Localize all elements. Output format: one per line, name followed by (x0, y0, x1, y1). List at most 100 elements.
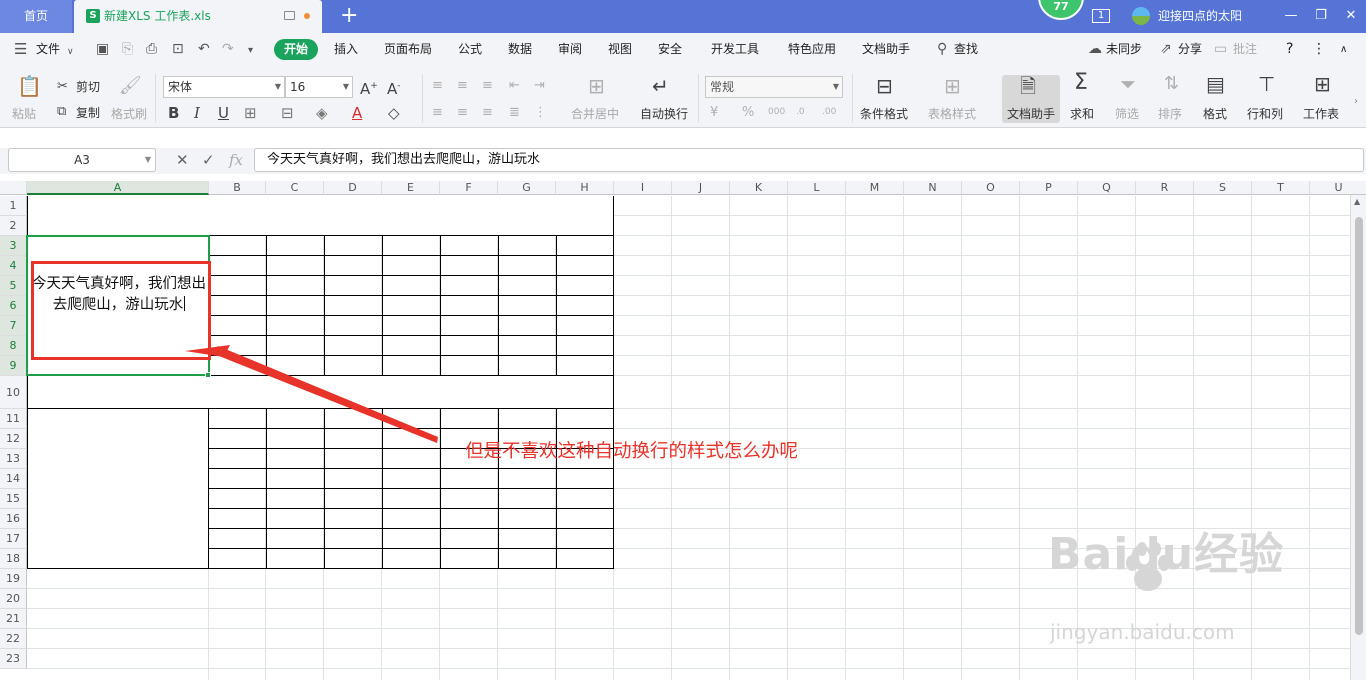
align-right-icon[interactable]: ≡ (482, 105, 493, 121)
cell-style-icon[interactable]: ⊟ (281, 105, 294, 121)
align-left-icon[interactable]: ≡ (432, 105, 443, 121)
vertical-scrollbar[interactable]: ▲ (1350, 195, 1366, 680)
sort-icon[interactable]: ⇅ (1164, 75, 1179, 93)
chevron-down-icon[interactable]: ∨ (67, 45, 74, 59)
minimize-button[interactable]: — (1278, 0, 1304, 33)
home-tab[interactable]: 首页 (0, 0, 72, 33)
conditional-format-icon[interactable]: ⊟ (876, 76, 893, 96)
indent-increase-icon[interactable]: ⇥ (534, 78, 545, 94)
font-color-icon[interactable]: A (352, 105, 362, 121)
save-icon[interactable]: ▣ (96, 42, 109, 56)
decrease-decimal-icon[interactable]: .00 (822, 104, 836, 120)
row-col-icon[interactable]: ⊤ (1258, 74, 1275, 94)
scroll-up-icon[interactable]: ▲ (1354, 197, 1360, 206)
preview-icon[interactable]: ⊡ (172, 42, 184, 56)
thousands-icon[interactable]: 000 (768, 104, 785, 120)
document-tab[interactable]: S 新建XLS 工作表.xls (74, 0, 322, 33)
align-center-icon[interactable]: ≡ (457, 105, 468, 121)
tab-start[interactable]: 开始 (274, 39, 318, 60)
bold-button[interactable]: B (168, 105, 179, 121)
avatar[interactable] (1132, 7, 1150, 25)
help-button[interactable]: ? (1286, 33, 1293, 66)
indent-decrease-icon[interactable]: ⇤ (509, 78, 520, 94)
copy-button[interactable]: 复制 (76, 106, 100, 120)
currency-icon[interactable]: ¥ (710, 105, 718, 121)
undo-icon[interactable]: ↶ (198, 42, 210, 56)
comment-icon[interactable]: ▭ (1214, 42, 1227, 56)
table-style-button[interactable]: 表格样式 (928, 107, 976, 121)
percent-icon[interactable]: % (742, 105, 754, 121)
sort-button[interactable]: 排序 (1158, 107, 1182, 121)
font-name-select[interactable]: 宋体 ▼ (163, 76, 285, 98)
cloud-sync-icon[interactable]: ☁ (1088, 42, 1102, 56)
border-icon[interactable]: ⊞ (244, 105, 257, 121)
font-size-select[interactable]: 16 ▼ (285, 76, 353, 98)
fx-icon[interactable]: fx (229, 148, 243, 172)
decrease-font-icon[interactable]: A- (387, 78, 401, 97)
tab-featured[interactable]: 特色应用 (788, 33, 836, 66)
tab-view[interactable]: 视图 (608, 33, 632, 66)
name-box[interactable]: A3 ▼ (8, 148, 156, 172)
hamburger-icon[interactable]: ☰ (14, 42, 27, 57)
sync-status[interactable]: 未同步 (1106, 33, 1142, 66)
tab-page-layout[interactable]: 页面布局 (384, 33, 432, 66)
window-count-icon[interactable]: 1 (1092, 9, 1110, 23)
align-top-icon[interactable]: ≡ (432, 78, 443, 94)
increase-decimal-icon[interactable]: .0 (796, 104, 805, 120)
new-tab-button[interactable]: + (340, 3, 358, 29)
align-middle-icon[interactable]: ≡ (457, 78, 468, 94)
share-icon[interactable]: ⇗ (1160, 42, 1172, 56)
cancel-icon[interactable]: ✕ (176, 148, 189, 172)
format-painter-icon[interactable]: 🖌 (119, 77, 142, 95)
close-button[interactable]: ✕ (1338, 0, 1364, 33)
tab-security[interactable]: 安全 (658, 33, 682, 66)
tab-developer[interactable]: 开发工具 (711, 33, 759, 66)
quick-access-dropdown-icon[interactable]: ▾ (248, 44, 253, 58)
sum-button[interactable]: 求和 (1070, 107, 1094, 121)
search-icon[interactable]: ⚲ (937, 42, 947, 56)
cut-button[interactable]: 剪切 (76, 80, 100, 94)
wrap-text-icon[interactable]: ↵ (652, 76, 669, 96)
conditional-format-button[interactable]: 条件格式 (860, 107, 908, 121)
confirm-icon[interactable]: ✓ (202, 148, 215, 172)
export-icon[interactable]: ⎘ (122, 42, 133, 56)
paste-button[interactable]: 粘贴 (12, 107, 36, 121)
filter-button[interactable]: 筛选 (1115, 107, 1139, 121)
distributed-icon[interactable]: ⋮ (534, 105, 547, 121)
menu-file[interactable]: 文件 (36, 33, 60, 66)
merge-center-icon[interactable]: ⊞ (588, 76, 605, 96)
worksheet-icon[interactable]: ⊞ (1314, 74, 1331, 94)
align-bottom-icon[interactable]: ≡ (482, 78, 493, 94)
merge-center-button[interactable]: 合并居中 (571, 107, 619, 121)
more-options-icon[interactable]: ⋮ (1312, 33, 1326, 66)
clear-format-icon[interactable]: ◇ (388, 105, 400, 121)
increase-font-icon[interactable]: A+ (360, 78, 378, 97)
format-button[interactable]: 格式 (1203, 107, 1227, 121)
filter-icon[interactable]: ⏷ (1120, 74, 1136, 94)
tab-review[interactable]: 审阅 (558, 33, 582, 66)
doc-assistant-icon[interactable]: 🗎 (1020, 76, 1036, 96)
redo-icon[interactable]: ↷ (222, 42, 234, 56)
underline-button[interactable]: U (218, 105, 229, 121)
comment-button[interactable]: 批注 (1233, 33, 1257, 66)
tab-insert[interactable]: 插入 (334, 33, 358, 66)
scissors-icon[interactable]: ✂ (57, 79, 68, 95)
formula-input[interactable]: 今天天气真好啊，我们想出去爬爬山，游山玩水 (254, 148, 1364, 172)
print-icon[interactable]: ⎙ (146, 42, 157, 56)
format-icon[interactable]: ▤ (1206, 74, 1225, 94)
doc-assistant-button[interactable]: 文档助手 (1007, 107, 1055, 121)
format-painter-button[interactable]: 格式刷 (111, 107, 147, 121)
sum-icon[interactable]: Σ (1074, 72, 1088, 94)
spreadsheet-grid[interactable]: A B C D E F G H I J K L M N O P Q R S T U 1 2 3 4 5 6 7 8 9 10 11 12 13 14… (0, 181, 1366, 680)
italic-button[interactable]: I (194, 105, 200, 121)
collapse-ribbon-icon[interactable]: ∧ (1340, 33, 1347, 66)
copy-icon[interactable]: ⧉ (57, 104, 66, 120)
search-button[interactable]: 查找 (954, 33, 978, 66)
username[interactable]: 迎接四点的太阳 (1158, 0, 1242, 33)
worksheet-button[interactable]: 工作表 (1303, 107, 1339, 121)
monitor-icon[interactable] (284, 11, 295, 20)
tab-data[interactable]: 数据 (508, 33, 532, 66)
level-badge[interactable]: 77 (1038, 0, 1084, 20)
scrollbar-thumb[interactable] (1355, 217, 1363, 635)
row-col-button[interactable]: 行和列 (1247, 107, 1283, 121)
